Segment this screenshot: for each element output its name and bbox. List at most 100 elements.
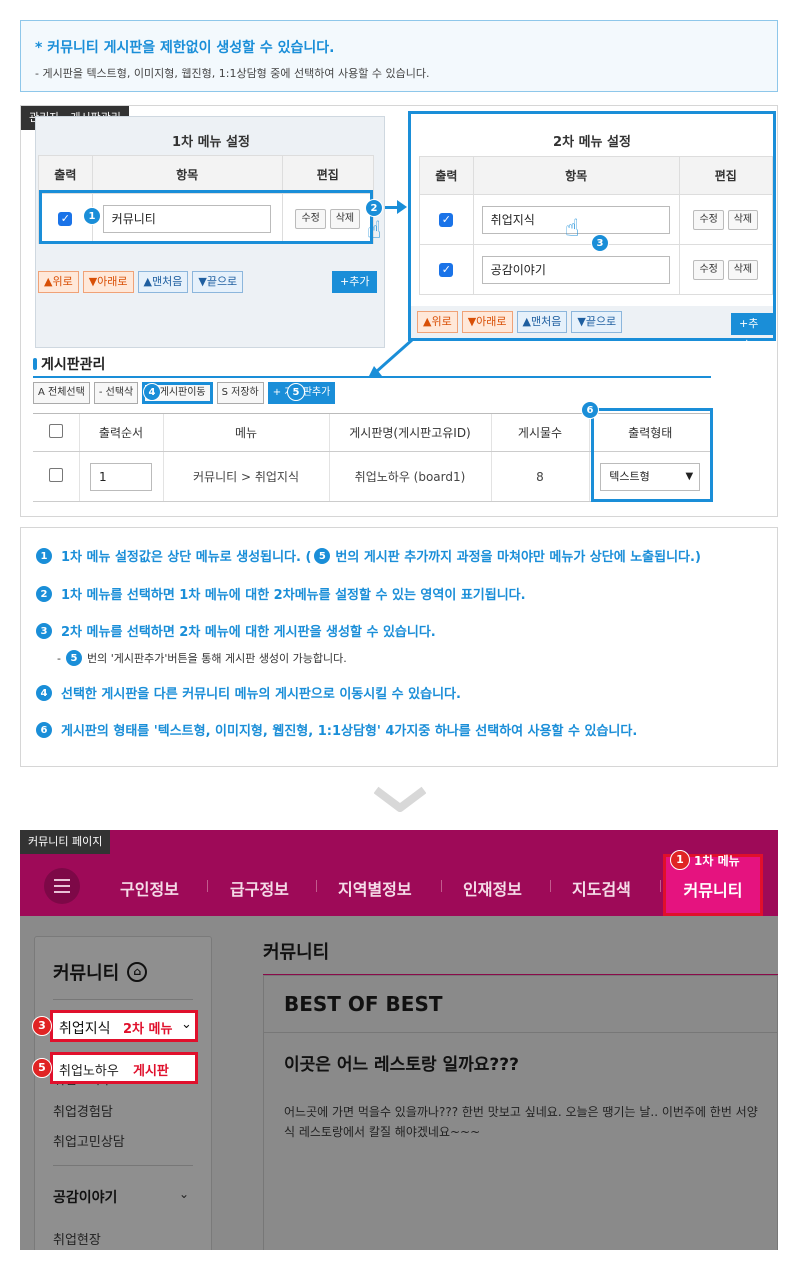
- col-item: 항목: [91, 155, 283, 194]
- menu2-delete-button-1[interactable]: 삭제: [727, 209, 759, 230]
- label-menu1: 1차 메뉴: [694, 854, 740, 868]
- home-icon[interactable]: ⌂: [127, 962, 148, 982]
- menu1-add-button[interactable]: +추가: [332, 271, 378, 293]
- sidebar-item-2[interactable]: 취업경험담: [53, 1101, 113, 1120]
- community-preview: 구인정보 급구정보 지역별정보 인재정보 지도검색 커뮤니티 1 1차 메뉴 커…: [20, 830, 778, 1250]
- post-title[interactable]: 이곳은 어느 레스토랑 일까요???: [284, 1050, 519, 1075]
- arrow-head-icon: [397, 200, 407, 214]
- menu1-last-button[interactable]: ▼끝으로: [192, 271, 244, 293]
- row-board-name: 취업노하우 (board1): [328, 451, 491, 502]
- board-title: 게시판관리: [33, 354, 105, 374]
- hand-cursor-icon: ☝: [367, 216, 382, 244]
- menu2-box: 2차 메뉴 설정 출력 항목 편집 ✓ 취업지식 수정 삭제 ✓ 공감이야기 수…: [408, 111, 776, 352]
- step-1-preview-marker: 1: [670, 850, 690, 870]
- top-nav: 구인정보 급구정보 지역별정보 인재정보 지도검색 커뮤니티 1 1차 메뉴: [20, 830, 778, 916]
- menu2-checkbox-1[interactable]: ✓: [439, 213, 454, 227]
- nav-item-urgent[interactable]: 급구정보: [230, 876, 289, 900]
- hand-cursor-icon: ☝: [565, 214, 580, 242]
- desc-1-marker: 1: [35, 546, 53, 565]
- desc-1-text-a: 1차 메뉴 설정값은 상단 메뉴로 생성됩니다. (: [61, 550, 312, 565]
- desc-2-marker: 2: [35, 584, 53, 603]
- col-post-count: 게시물수: [490, 413, 589, 452]
- menu2-order-buttons: ▲위로 ▼아래로 ▲맨처음 ▼끝으로: [417, 311, 623, 333]
- desc-4: 4 선택한 게시판을 다른 커뮤니티 메뉴의 게시판으로 이동시킬 수 있습니다…: [35, 683, 461, 702]
- sidebar-item-3[interactable]: 취업고민상담: [53, 1131, 125, 1150]
- sidebar-title: 커뮤니티 ⌂: [53, 959, 148, 985]
- desc-1: 1 1차 메뉴 설정값은 상단 메뉴로 생성됩니다. ( 5 번의 게시판 추가…: [35, 546, 701, 565]
- desc-4-marker: 4: [35, 683, 53, 702]
- menu-icon[interactable]: [44, 868, 80, 904]
- menu1-up-button[interactable]: ▲위로: [38, 271, 79, 293]
- page-heading: 커뮤니티: [263, 942, 330, 963]
- nav-item-talent[interactable]: 인재정보: [463, 876, 522, 900]
- col-menu: 메뉴: [162, 413, 329, 452]
- nav-item-region[interactable]: 지역별정보: [338, 876, 412, 900]
- chevron-down-icon: [374, 786, 426, 812]
- admin-panel: 관리자 - 게시판관리 1차 메뉴 설정 출력 항목 편집 ✓ 커뮤니티 수정 …: [20, 105, 778, 517]
- notice-subtitle: - 게시판을 텍스트형, 이미지형, 웹진형, 1:1상담형 중에 선택하여 사…: [35, 67, 430, 80]
- step-5-preview-marker: 5: [32, 1058, 52, 1078]
- desc-3-sub: - 5 번의 '게시판추가'버튼을 통해 게시판 생성이 가능합니다.: [57, 649, 347, 667]
- row-menu: 커뮤니티 > 취업지식: [162, 451, 329, 502]
- menu1-order-buttons: ▲위로 ▼아래로 ▲맨처음 ▼끝으로: [38, 271, 244, 293]
- desc-1-text-b: 번의 게시판 추가까지 과정을 마쳐야만 메뉴가 상단에 노출됩니다.): [335, 550, 701, 565]
- desc-3-text: 2차 메뉴를 선택하면 2차 메뉴에 대한 게시판을 생성할 수 있습니다.: [61, 625, 436, 640]
- desc-4-text: 선택한 게시판을 다른 커뮤니티 메뉴의 게시판으로 이동시킬 수 있습니다.: [61, 687, 461, 702]
- output-type-highlight: [591, 408, 713, 502]
- menu2-table: 출력 항목 편집 ✓ 취업지식 수정 삭제 ✓ 공감이야기 수정 삭제: [419, 156, 774, 295]
- desc-1-ref-marker: 5: [313, 546, 332, 565]
- col-board-name: 게시판명(게시판고유ID): [328, 413, 491, 452]
- best-title: BEST OF BEST: [284, 992, 443, 1016]
- label-menu2: 2차 메뉴: [123, 1022, 173, 1037]
- desc-3-sub-text: 번의 '게시판추가'버튼을 통해 게시판 생성이 가능합니다.: [86, 652, 347, 665]
- nav-item-map[interactable]: 지도검색: [572, 876, 631, 900]
- step-4-marker: 4: [143, 383, 161, 401]
- menu1-first-button[interactable]: ▲맨처음: [137, 271, 189, 293]
- menu2-add-button[interactable]: +추가: [731, 313, 773, 352]
- notice-box: * 커뮤니티 게시판을 제한없이 생성할 수 있습니다. - 게시판을 텍스트형…: [20, 20, 778, 92]
- desc-2: 2 1차 메뉴를 선택하면 1차 메뉴에 대한 2차메뉴를 설정할 수 있는 영…: [35, 584, 526, 603]
- menu2-down-button[interactable]: ▼아래로: [461, 311, 513, 333]
- description-box: 1 1차 메뉴 설정값은 상단 메뉴로 생성됩니다. ( 5 번의 게시판 추가…: [20, 527, 778, 767]
- sidebar-item-4[interactable]: 취업현장: [53, 1229, 101, 1248]
- diagonal-arrow-icon: [368, 338, 413, 378]
- menu2-edit-button-1[interactable]: 수정: [693, 209, 724, 230]
- menu2-up-button[interactable]: ▲위로: [417, 311, 458, 333]
- col-edit: 편집: [281, 155, 375, 194]
- order-input[interactable]: 1: [90, 462, 152, 491]
- preview-tag: 커뮤니티 페이지: [20, 830, 111, 854]
- best-of-best-box: BEST OF BEST 이곳은 어느 레스토랑 일까요??? 어느곳에 가면 …: [263, 975, 778, 1250]
- menu2-item-input-2[interactable]: 공감이야기: [481, 255, 670, 284]
- nav-item-jobs[interactable]: 구인정보: [120, 876, 179, 900]
- desc-3-sub-dash: -: [57, 651, 61, 665]
- select-all-button[interactable]: A 전체선택: [33, 382, 90, 404]
- desc-6: 6 게시판의 형태를 '텍스트형, 이미지형, 웹진형, 1:1상담형' 4가지…: [35, 720, 637, 739]
- col-output: 출력: [419, 156, 474, 195]
- step-1-marker: 1: [83, 207, 101, 225]
- sidebar: 커뮤니티 ⌂ 취업지식 취업노하우 취업경험담 취업고민상담 공감이야기 ⌄ 취…: [34, 936, 212, 1250]
- step-2-marker: 2: [365, 199, 383, 217]
- desc-3-sub-marker: 5: [64, 649, 83, 667]
- step-3-preview-marker: 3: [32, 1016, 52, 1036]
- menu2-checkbox-2[interactable]: ✓: [439, 263, 454, 277]
- menu2-delete-button-2[interactable]: 삭제: [727, 259, 759, 280]
- col-edit: 편집: [678, 156, 774, 195]
- notice-title: * 커뮤니티 게시판을 제한없이 생성할 수 있습니다.: [35, 40, 335, 56]
- save-button[interactable]: S 저장하: [216, 382, 264, 404]
- desc-2-text: 1차 메뉴를 선택하면 1차 메뉴에 대한 2차메뉴를 설정할 수 있는 영역이…: [61, 588, 526, 603]
- menu2-last-button[interactable]: ▼끝으로: [571, 311, 623, 333]
- desc-6-text: 게시판의 형태를 '텍스트형, 이미지형, 웹진형, 1:1상담형' 4가지중 …: [61, 724, 638, 739]
- menu2-edit-button-2[interactable]: 수정: [693, 259, 724, 280]
- menu1-title: 1차 메뉴 설정: [172, 135, 250, 150]
- chevron-down-icon: ⌄: [179, 1187, 190, 1201]
- row-post-count: 8: [490, 451, 589, 502]
- menu2-first-button[interactable]: ▲맨처음: [516, 311, 568, 333]
- board-title-text: 게시판관리: [41, 357, 106, 373]
- sidebar-group-2[interactable]: 공감이야기: [53, 1187, 117, 1207]
- row-checkbox[interactable]: [48, 468, 63, 482]
- col-output: 출력: [38, 155, 93, 194]
- delete-selected-button[interactable]: - 선택삭: [93, 382, 139, 404]
- menu1-down-button[interactable]: ▼아래로: [82, 271, 134, 293]
- select-all-checkbox[interactable]: [48, 424, 63, 438]
- highlight-menu2: 취업지식 2차 메뉴 ⌄: [50, 1010, 198, 1042]
